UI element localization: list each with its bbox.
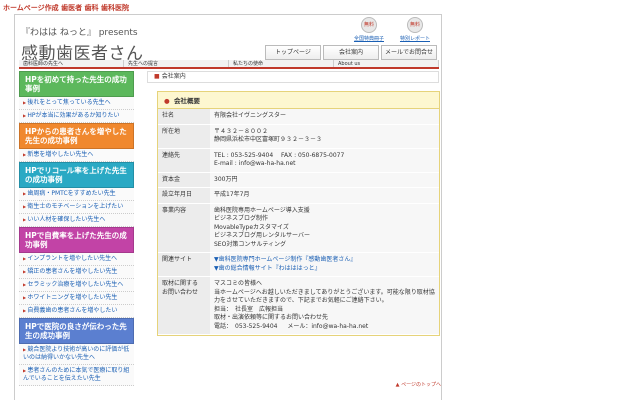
special-report-link[interactable]: 無料 特別レポート — [397, 17, 433, 42]
table-row: 所在地 〒４３２－８００２ 静岡県浜松市中区富塚町９３２－３－３ — [158, 124, 439, 149]
sidebar-category[interactable]: HPで医院の良さが伝わった先生の成功事例 — [19, 318, 134, 344]
value-line: E-mail : info@wa-ha-ha.net — [214, 160, 296, 167]
card-title: 会社概要 — [173, 97, 200, 105]
subnav-about[interactable]: About us — [334, 60, 439, 67]
row-key: 設立年月日 — [158, 187, 210, 204]
value-line: SEO対策コンサルティング — [214, 240, 286, 248]
sidebar: HPを初めて持った先生の成功事例後れをとって焦っている先生へHPが本当に効果があ… — [19, 71, 134, 386]
value-line: TEL : 053-525-9404 FAX : 050-6875-0077 — [214, 151, 345, 159]
row-key: 資本金 — [158, 172, 210, 188]
sidebar-link[interactable]: 自費義歯の患者さんを増やしたい — [19, 305, 134, 318]
subnav-mission[interactable]: 私たちの使命 — [229, 60, 334, 67]
value-line: 担当： 社長室 広報担当 — [214, 305, 284, 313]
table-row: 事業内容 歯科医院専用ホームページ導入支援 ビジネスブログ制作 MovableType… — [158, 203, 439, 253]
bullet-icon: ● — [164, 97, 170, 105]
row-key: 関連サイト — [158, 252, 210, 277]
main-content: ■ 会社案内 ● 会社概要 社名 有限会社イヴニングスター 所在地 〒４３２－８００２… — [147, 71, 440, 336]
value-line: 平成17年7月 — [214, 191, 250, 198]
top-nav: トップページ 会社案内 メールでお問合せ — [263, 45, 437, 60]
value-line: 当ホームページへお越しいただきましてありがとうございます。可能な限り取材協 — [214, 288, 435, 296]
sidebar-link[interactable]: 競合医院より技術が高いのに評価が低いのは納得いかない先生へ — [19, 344, 134, 365]
value-line: 有限会社イヴニングスター — [214, 112, 287, 119]
table-row: 取材に関する お問い合わせ マスコミの皆様へ 当ホームページへお越しいただきましてあ… — [158, 276, 439, 335]
subnav-doctors[interactable]: 歯科医師の先生へ — [19, 60, 124, 67]
value-line: 取材・出演依頼等に関するお問い合わせ先 — [214, 314, 329, 321]
header-icons: 無料 全国特典冊子 無料 特別レポート — [351, 17, 433, 42]
table-row: 連絡先 TEL : 053-525-9404 FAX : 050-6875-007… — [158, 148, 439, 173]
value-line: マスコミの皆様へ — [214, 280, 263, 287]
sidebar-link[interactable]: 衛生士のモチベーションを上げたい — [19, 201, 134, 214]
row-value: TEL : 053-525-9404 FAX : 050-6875-0077 E-… — [210, 148, 439, 173]
row-value: 300万円 — [210, 172, 439, 188]
card-header: ● 会社概要 — [158, 92, 439, 109]
row-key: 社名 — [158, 109, 210, 125]
sidebar-category[interactable]: HPからの患者さんを増やした先生の成功事例 — [19, 123, 134, 149]
company-table: 社名 有限会社イヴニングスター 所在地 〒４３２－８００２ 静岡県浜松市中区富塚町９３２… — [158, 109, 439, 335]
sidebar-link[interactable]: HPが本当に効果があるか知りたい — [19, 110, 134, 123]
value-line: 〒４３２－８００２ — [214, 127, 269, 135]
sidebar-link[interactable]: インプラントを増やしたい先生へ — [19, 253, 134, 266]
related-site-link[interactable]: ▼歯科医院専門ホームページ制作『感動歯医者さん』 — [214, 256, 435, 265]
value-line: MovableTypeカスタマイズ — [214, 223, 289, 231]
page-frame: 『わはは ねっと』 presents 感動歯医者さん 無料 全国特典冊子 無料 … — [14, 14, 442, 400]
value-line: 電話： 053-525-9404 メール：info@wa-ha-ha.net — [214, 322, 369, 330]
brand-presents: 『わはは ねっと』 presents — [21, 28, 138, 38]
free-badge-icon: 無料 — [407, 17, 423, 33]
table-row: 資本金 300万円 — [158, 172, 439, 188]
free-booklet-link[interactable]: 無料 全国特典冊子 — [351, 17, 387, 42]
row-value: 有限会社イヴニングスター — [210, 109, 439, 125]
top-banner: ホームページ作成 歯医者 歯科 歯科医院 — [3, 4, 129, 12]
row-key: 連絡先 — [158, 148, 210, 173]
sidebar-link[interactable]: 新患を増やしたい先生へ — [19, 149, 134, 162]
value-line: 静岡県浜松市中区富塚町９３２－３－３ — [214, 136, 323, 143]
sidebar-category[interactable]: HPで自費率を上げた先生の成功事例 — [19, 227, 134, 253]
value-line: ビジネスブログ用レンタルサーバー — [214, 232, 310, 239]
nav-contact[interactable]: メールでお問合せ — [381, 45, 437, 60]
free-badge-icon: 無料 — [361, 17, 377, 33]
brand[interactable]: 『わはは ねっと』 presents 感動歯医者さん — [21, 25, 144, 64]
table-row: 関連サイト ▼歯科医院専門ホームページ制作『感動歯医者さん』 ▼歯の総合情報サイト『… — [158, 252, 439, 277]
row-key: 事業内容 — [158, 203, 210, 253]
company-card: ● 会社概要 社名 有限会社イヴニングスター 所在地 〒４３２－８００２ 静岡県浜松市中… — [157, 91, 440, 336]
breadcrumb: ■ 会社案内 — [147, 71, 439, 83]
nav-top-page[interactable]: トップページ — [265, 45, 321, 60]
table-row: 設立年月日 平成17年7月 — [158, 187, 439, 204]
subnav-proposal[interactable]: 先生への提言 — [124, 60, 229, 67]
row-value: 平成17年7月 — [210, 187, 439, 204]
row-key: 取材に関する お問い合わせ — [158, 276, 210, 335]
row-value: 歯科医院専用ホームページ導入支援 ビジネスブログ制作 MovableTypeカスタマ… — [210, 203, 439, 253]
row-value: ▼歯科医院専門ホームページ制作『感動歯医者さん』 ▼歯の総合情報サイト『わはははっ… — [210, 252, 439, 277]
sidebar-category[interactable]: HPを初めて持った先生の成功事例 — [19, 71, 134, 97]
breadcrumb-label: 会社案内 — [161, 73, 186, 80]
sidebar-link[interactable]: ホワイトニングを増やしたい先生 — [19, 292, 134, 305]
value-line: 歯科医院専用ホームページ導入支援 — [214, 206, 310, 214]
sidebar-link[interactable]: 矯正の患者さんを増やしたい先生 — [19, 266, 134, 279]
table-row: 社名 有限会社イヴニングスター — [158, 109, 439, 125]
related-site-link[interactable]: ▼歯の総合情報サイト『わはははっと』 — [214, 265, 435, 274]
value-line: 300万円 — [214, 175, 238, 183]
nav-company[interactable]: 会社案内 — [323, 45, 379, 60]
row-value: マスコミの皆様へ 当ホームページへお越しいただきましてありがとうございます。可能な… — [210, 276, 439, 335]
sub-nav: 歯科医師の先生へ 先生への提言 私たちの使命 About us — [19, 60, 439, 69]
row-value: 〒４３２－８００２ 静岡県浜松市中区富塚町９３２－３－３ — [210, 124, 439, 149]
breadcrumb-marker-icon: ■ — [154, 73, 162, 80]
sidebar-link[interactable]: いい人材を確保したい先生へ — [19, 214, 134, 227]
sidebar-category[interactable]: HPでリコール率を上げた先生の成功事例 — [19, 162, 134, 188]
sidebar-link[interactable]: 歯周病・PMTCをすすめたい先生 — [19, 188, 134, 201]
sidebar-link[interactable]: 患者さんのために本気で医療に取り組んでいることを伝えたい先生 — [19, 365, 134, 386]
row-key: 所在地 — [158, 124, 210, 149]
sidebar-link[interactable]: 後れをとって焦っている先生へ — [19, 97, 134, 110]
value-line: ビジネスブログ制作 — [214, 215, 269, 222]
page-top-link[interactable]: ▲ ページのトップへ — [396, 381, 441, 388]
value-line: 力をさせていただきますので、下記までお気軽にご連絡下さい。 — [214, 297, 388, 304]
sidebar-link[interactable]: セラミック治療を増やしたい先生へ — [19, 279, 134, 292]
